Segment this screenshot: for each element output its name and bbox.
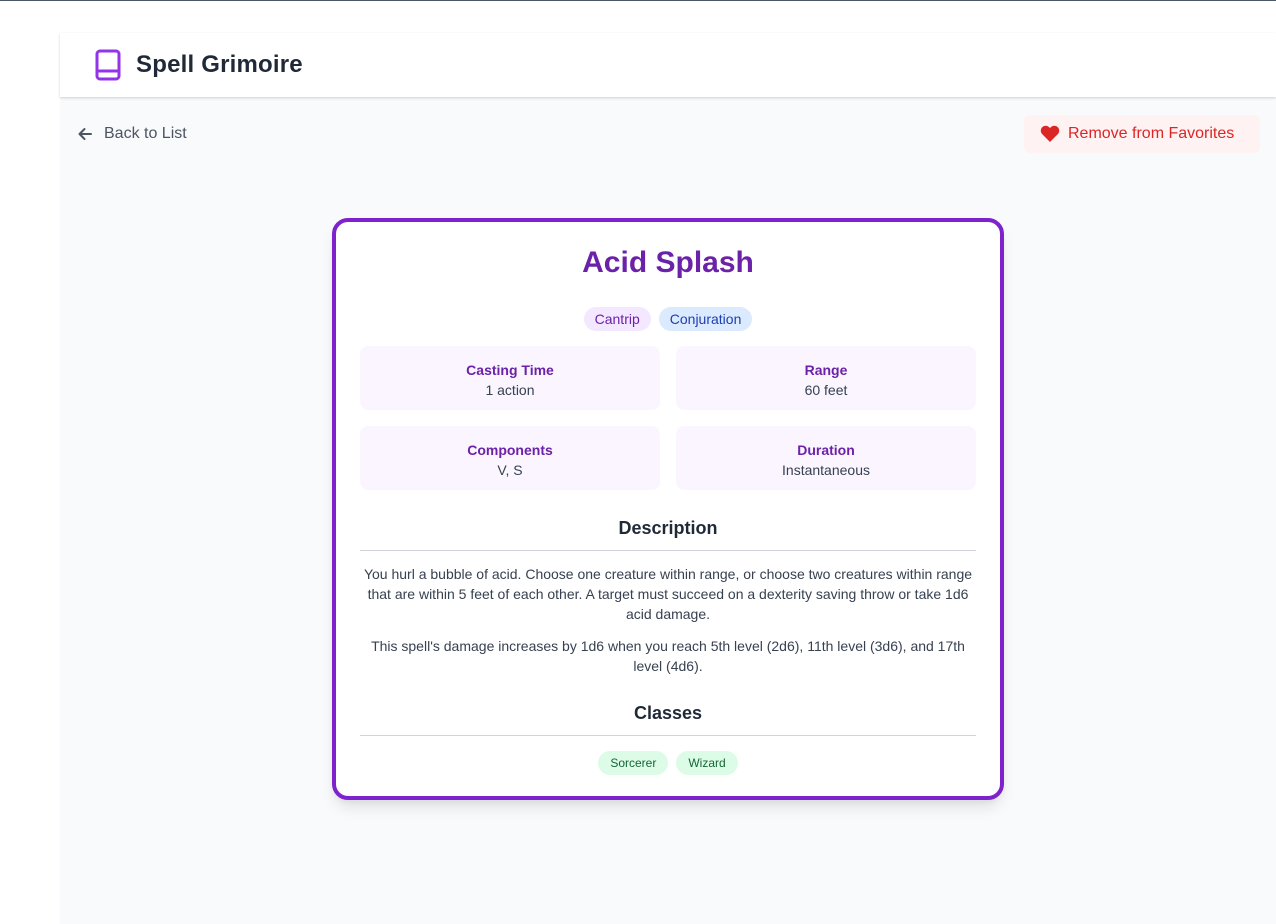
higher-level-paragraph: This spell's damage increases by 1d6 whe… <box>371 638 965 674</box>
remove-from-favorites-button[interactable]: Remove from Favorites <box>1024 115 1260 153</box>
level-tag: Cantrip <box>583 307 651 331</box>
book-icon <box>95 49 121 81</box>
stat-label: Duration <box>797 442 855 458</box>
class-tag-sorcerer: Sorcerer <box>598 751 669 775</box>
back-to-list-label: Back to List <box>104 125 187 142</box>
school-tag: Conjuration <box>658 307 753 331</box>
window-top-border <box>0 0 1276 1</box>
app-title: Spell Grimoire <box>136 51 303 78</box>
class-tags: Sorcerer Wizard <box>336 751 1000 775</box>
heart-icon <box>1040 125 1060 142</box>
arrow-left-icon <box>78 128 92 140</box>
stat-value: Instantaneous <box>782 462 870 478</box>
app-header: Spell Grimoire <box>60 33 1276 97</box>
stat-value: 60 feet <box>804 382 848 398</box>
stat-label: Range <box>804 362 848 378</box>
description-heading: Description <box>618 518 718 538</box>
class-tag-wizard: Wizard <box>676 751 738 775</box>
remove-from-favorites-label: Remove from Favorites <box>1068 125 1235 142</box>
stat-components: Components V, S <box>360 426 660 490</box>
classes-divider <box>360 735 976 736</box>
description-paragraph: You hurl a bubble of acid. Choose one cr… <box>363 566 973 622</box>
stat-value: V, S <box>497 462 523 478</box>
description-divider <box>360 550 976 551</box>
stat-value: 1 action <box>485 382 535 398</box>
classes-heading: Classes <box>633 703 703 723</box>
app-container: Spell Grimoire Back to List Remove from … <box>60 33 1276 924</box>
stat-label: Components <box>467 442 553 458</box>
back-to-list-link[interactable]: Back to List <box>76 123 187 145</box>
spell-card: Acid Splash Cantrip Conjuration Casting … <box>332 218 1004 800</box>
stat-label: Casting Time <box>466 362 554 378</box>
spell-tags: Cantrip Conjuration <box>336 307 1000 331</box>
stat-casting-time: Casting Time 1 action <box>360 346 660 410</box>
stat-range: Range 60 feet <box>676 346 976 410</box>
stat-duration: Duration Instantaneous <box>676 426 976 490</box>
spell-name: Acid Splash <box>582 246 754 279</box>
